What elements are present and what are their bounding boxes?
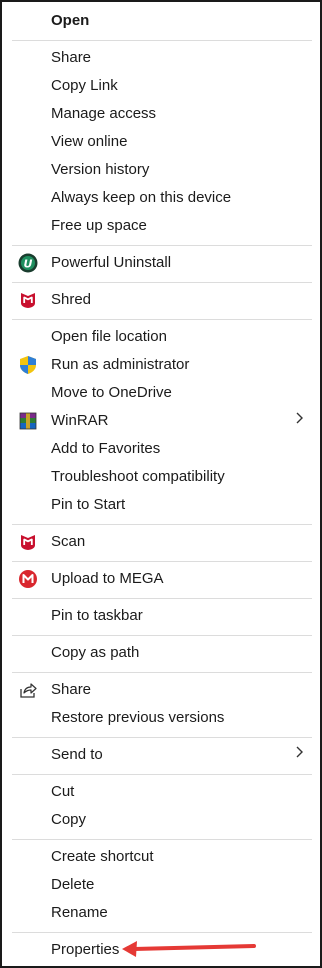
menu-separator: [12, 319, 312, 320]
menu-item-label: Run as administrator: [51, 356, 190, 373]
menu-item-copy-link[interactable]: Copy Link: [4, 72, 320, 100]
powerful-uninstall-icon: U: [18, 253, 38, 273]
menu-item-pin-taskbar[interactable]: Pin to taskbar: [4, 602, 320, 630]
menu-item-label: Restore previous versions: [51, 709, 225, 726]
menu-item-label: Move to OneDrive: [51, 384, 172, 401]
menu-separator: [12, 40, 312, 41]
menu-item-label: Properties: [51, 941, 120, 958]
menu-item-shred[interactable]: Shred: [4, 286, 320, 314]
menu-item-always-keep[interactable]: Always keep on this device: [4, 184, 320, 212]
menu-item-cut[interactable]: Cut: [4, 778, 320, 806]
share-icon: [18, 680, 38, 700]
menu-separator: [12, 598, 312, 599]
mcafee-scan-icon: [18, 532, 38, 552]
menu-item-pin-to-start[interactable]: Pin to Start: [4, 491, 320, 519]
menu-item-upload-mega[interactable]: Upload to MEGA: [4, 565, 320, 593]
menu-separator: [12, 524, 312, 525]
menu-item-run-as-admin[interactable]: Run as administrator: [4, 351, 320, 379]
menu-item-label: Copy as path: [51, 644, 140, 661]
menu-item-label: Add to Favorites: [51, 440, 161, 457]
menu-item-troubleshoot[interactable]: Troubleshoot compatibility: [4, 463, 320, 491]
menu-item-restore-previous[interactable]: Restore previous versions: [4, 704, 320, 732]
menu-item-label: Shred: [51, 291, 92, 308]
menu-item-label: Powerful Uninstall: [51, 254, 172, 271]
menu-item-label: Share: [51, 49, 92, 66]
chevron-right-icon: [294, 745, 304, 763]
menu-item-share-windows[interactable]: Share: [4, 676, 320, 704]
menu-separator: [12, 737, 312, 738]
menu-item-label: Send to: [51, 746, 103, 763]
chevron-right-icon: [294, 411, 304, 429]
menu-item-label: Open: [51, 12, 90, 29]
menu-item-label: Version history: [51, 161, 150, 178]
menu-item-share[interactable]: Share: [4, 44, 320, 72]
menu-item-label: Delete: [51, 876, 95, 893]
svg-text:U: U: [24, 258, 33, 271]
menu-item-powerful-uninstall[interactable]: U Powerful Uninstall: [4, 249, 320, 277]
menu-item-copy[interactable]: Copy: [4, 806, 320, 834]
menu-item-view-online[interactable]: View online: [4, 128, 320, 156]
menu-item-label: Free up space: [51, 217, 147, 234]
menu-item-rename[interactable]: Rename: [4, 899, 320, 927]
menu-separator: [12, 561, 312, 562]
menu-item-open-file-location[interactable]: Open file location: [4, 323, 320, 351]
annotation-arrow: [122, 941, 256, 957]
menu-item-label: Share: [51, 681, 92, 698]
menu-separator: [12, 635, 312, 636]
menu-item-manage-access[interactable]: Manage access: [4, 100, 320, 128]
mcafee-shred-icon: [18, 290, 38, 310]
menu-item-label: View online: [51, 133, 128, 150]
menu-item-free-up-space[interactable]: Free up space: [4, 212, 320, 240]
winrar-icon: [18, 411, 38, 431]
menu-item-label: Scan: [51, 533, 86, 550]
menu-item-version-history[interactable]: Version history: [4, 156, 320, 184]
menu-item-label: Manage access: [51, 105, 157, 122]
uac-shield-icon: [18, 355, 38, 375]
context-menu: Open Share Copy Link Manage access View …: [0, 0, 322, 968]
menu-item-label: Cut: [51, 783, 75, 800]
menu-item-label: Upload to MEGA: [51, 570, 164, 587]
menu-item-label: Open file location: [51, 328, 167, 345]
menu-item-copy-as-path[interactable]: Copy as path: [4, 639, 320, 667]
menu-item-add-to-favorites[interactable]: Add to Favorites: [4, 435, 320, 463]
mega-icon: [18, 569, 38, 589]
menu-item-label: Pin to Start: [51, 496, 126, 513]
menu-item-label: Copy: [51, 811, 87, 828]
menu-item-create-shortcut[interactable]: Create shortcut: [4, 843, 320, 871]
menu-separator: [12, 774, 312, 775]
menu-item-label: Pin to taskbar: [51, 607, 143, 624]
menu-item-move-to-onedrive[interactable]: Move to OneDrive: [4, 379, 320, 407]
menu-separator: [12, 932, 312, 933]
menu-item-label: Always keep on this device: [51, 189, 232, 206]
menu-item-send-to[interactable]: Send to: [4, 741, 320, 769]
menu-item-label: Troubleshoot compatibility: [51, 468, 225, 485]
menu-item-winrar[interactable]: WinRAR: [4, 407, 320, 435]
menu-item-label: Copy Link: [51, 77, 118, 94]
menu-item-open[interactable]: Open: [4, 7, 320, 35]
menu-separator: [12, 672, 312, 673]
menu-item-label: Create shortcut: [51, 848, 154, 865]
menu-separator: [12, 245, 312, 246]
menu-item-delete[interactable]: Delete: [4, 871, 320, 899]
menu-separator: [12, 282, 312, 283]
menu-item-label: Rename: [51, 904, 108, 921]
menu-item-label: WinRAR: [51, 412, 109, 429]
menu-separator: [12, 839, 312, 840]
menu-item-scan[interactable]: Scan: [4, 528, 320, 556]
